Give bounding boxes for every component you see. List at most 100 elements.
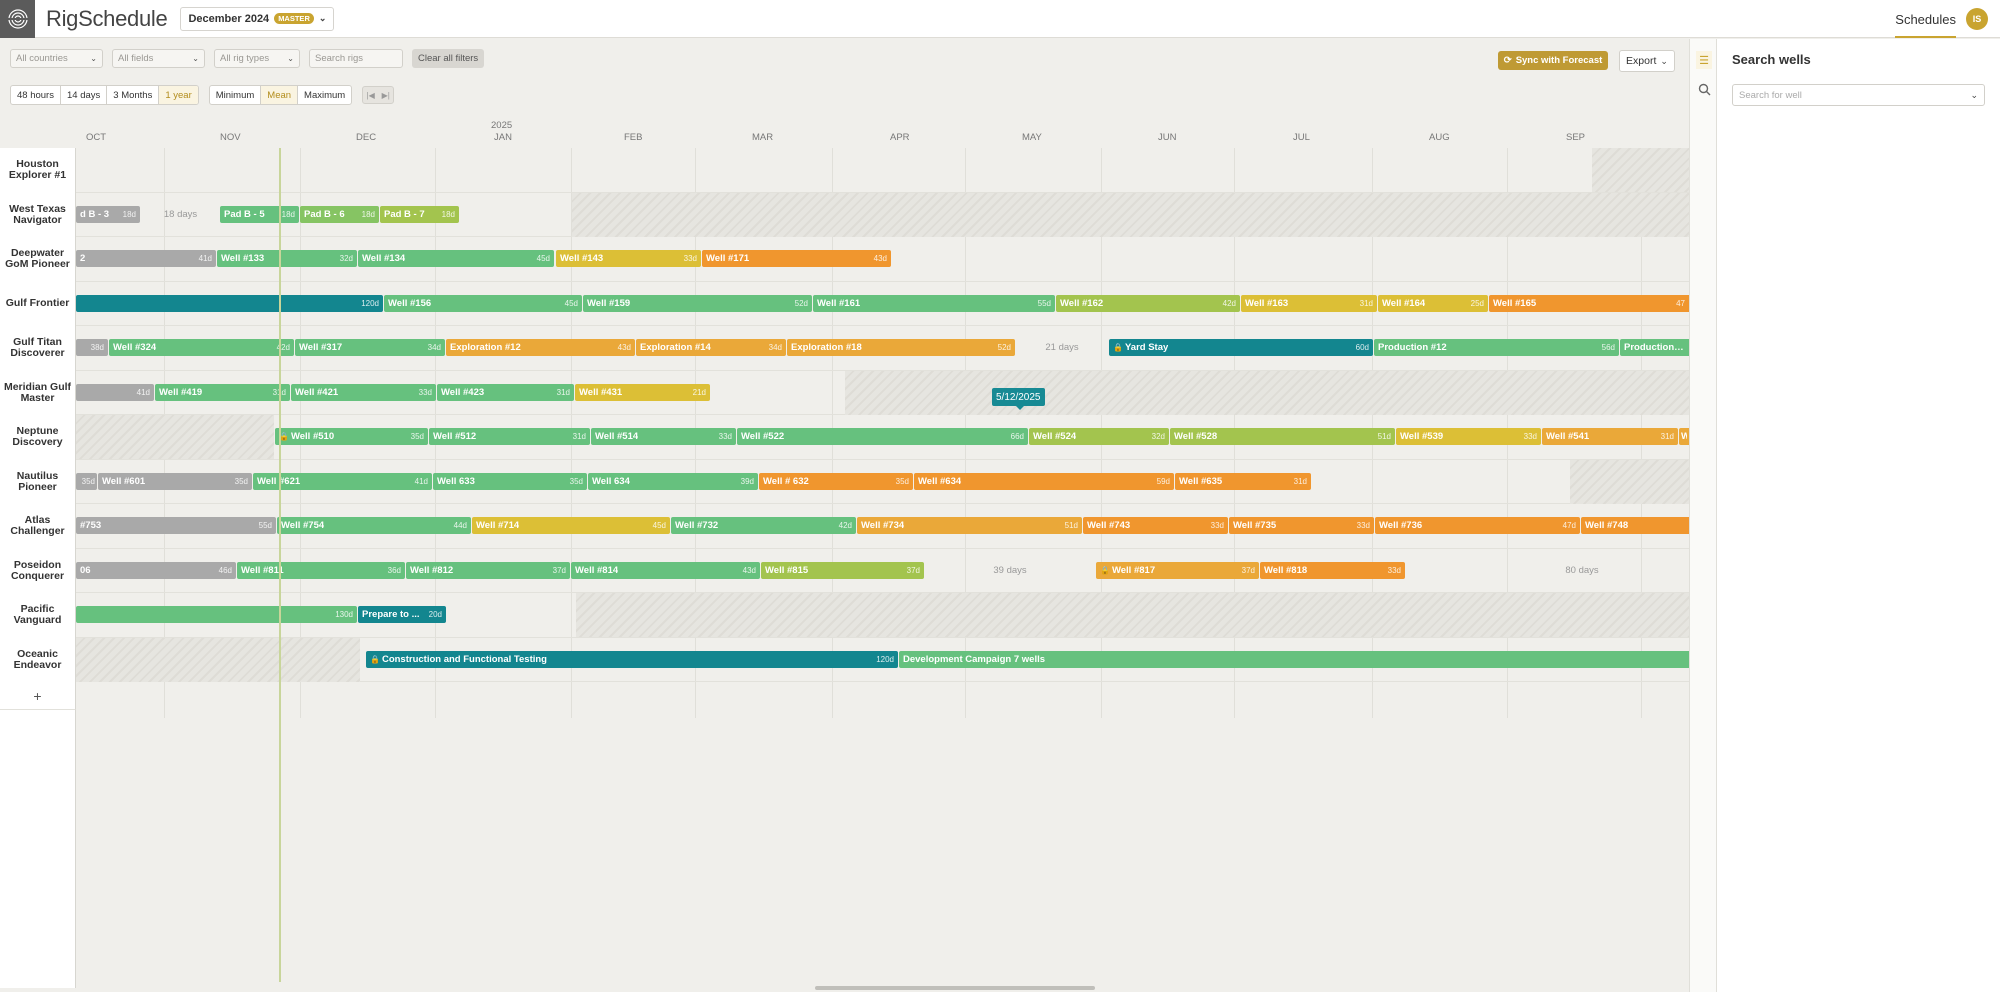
activity-bar[interactable]: Well #512 31d [429,428,590,445]
nav-schedules[interactable]: Schedules [1895,0,1956,38]
activity-bar[interactable]: Well #41931d [155,383,290,401]
activity-bar[interactable]: 35d [76,472,97,490]
activity-bar[interactable]: 120d [76,294,383,312]
activity-bar[interactable]: 06 46d [76,561,236,579]
range-1-year[interactable]: 1 year [159,86,198,104]
export-button[interactable]: Export ⌄ [1619,50,1675,72]
activity-bar[interactable]: Well #134 45d [358,250,554,267]
activity-bar[interactable]: Exploration #12 43d [446,339,635,356]
activity-bar[interactable]: Exploration #14 34d [636,339,786,356]
range-48-hours[interactable]: 48 hours [11,86,61,104]
activity-bar[interactable]: Well #748 [1581,517,1689,534]
rig-name[interactable]: Atlas Challenger [0,504,76,549]
activity-bar[interactable]: Well #601 35d [98,472,252,490]
rig-type-filter[interactable]: All rig types ⌄ [214,49,300,68]
well-search-input[interactable]: Search for well ⌄ [1732,84,1985,106]
rig-name[interactable]: Neptune Discovery [0,415,76,460]
activity-bar[interactable]: Well #524 32d [1029,428,1169,445]
activity-bar[interactable]: Pad B - 7 18d [380,205,459,223]
activity-bar[interactable]: Well #754 44d [277,517,471,534]
activity-bar[interactable]: Well #539 33d [1396,428,1541,445]
schedule-selector[interactable]: December 2024 MASTER ⌄ [180,6,335,31]
rig-name[interactable]: Pacific Vanguard [0,593,76,638]
activity-bar[interactable]: Production #12 56d [1374,339,1619,356]
rig-search-input[interactable]: Search rigs [309,49,403,68]
activity-bar[interactable]: Production #1 [1620,339,1689,356]
clear-filters-button[interactable]: Clear all filters [412,49,485,68]
activity-bar[interactable]: Well #818 33d [1260,561,1405,579]
activity-bar[interactable]: Well #156 45d [384,294,582,312]
activity-bar[interactable]: 41d [76,383,154,401]
range-3-months[interactable]: 3 Months [107,86,160,104]
activity-bar[interactable]: Well #815 37d [761,561,924,579]
estimate-maximum[interactable]: Maximum [298,86,351,104]
activity-bar[interactable]: Well #133 32d [217,250,357,267]
activity-bar[interactable]: 🔒 Well #510 35d [275,428,428,445]
range-14-days[interactable]: 14 days [61,86,108,104]
rig-name[interactable]: Poseidon Conquerer [0,548,76,593]
rig-name[interactable]: Houston Explorer #1 [0,148,76,193]
activity-bar[interactable]: d B - 3 18d [76,205,140,223]
activity-bar[interactable]: Well #324 42d [109,339,294,356]
activity-bar[interactable]: Well #423 31d [437,383,574,401]
activity-bar[interactable]: 130d [76,606,357,623]
activity-bar[interactable]: Exploration #18 52d [787,339,1015,356]
activity-bar[interactable]: W [1679,428,1689,445]
rig-name[interactable]: Meridian Gulf Master [0,370,76,415]
activity-bar[interactable]: Well # 632 35d [759,472,913,490]
user-avatar[interactable]: IS [1966,8,1988,30]
sync-forecast-button[interactable]: ⟳ Sync with Forecast [1498,51,1608,70]
activity-bar[interactable]: Well #162 42d [1056,294,1240,312]
activity-bar[interactable]: 🔒 Construction and Functional Testing 120d [366,650,898,668]
horizontal-scrollbar[interactable] [815,986,1095,990]
activity-bar[interactable]: Well #161 55d [813,294,1055,312]
activity-bar[interactable]: Well #165 47 [1489,294,1689,312]
rig-name[interactable]: Oceanic Endeavor [0,637,76,682]
activity-bar[interactable]: Well #317 34d [295,339,445,356]
activity-bar[interactable]: Well #736 47d [1375,517,1580,534]
activity-bar[interactable]: Well #159 52d [583,294,812,312]
activity-bar[interactable]: 🔒 Well #817 37d [1096,561,1259,579]
activity-bar[interactable]: Well #735 33d [1229,517,1374,534]
activity-bar[interactable]: Well #734 51d [857,517,1082,534]
add-rig-button[interactable]: + [0,682,76,710]
activity-bar[interactable]: Well #635 31d [1175,472,1311,490]
rig-name[interactable]: Nautilus Pioneer [0,459,76,504]
activity-bar[interactable]: Well 633 35d [433,472,587,490]
activity-bar[interactable]: Pad B - 5 18d [220,205,299,223]
activity-bar[interactable]: Well #514 33d [591,428,736,445]
activity-bar[interactable]: Well #164 25d [1378,294,1488,312]
search-icon[interactable] [1696,80,1712,98]
activity-bar[interactable]: Prepare to ... 20d [358,606,446,623]
activity-bar[interactable]: Pad B - 6 18d [300,205,379,223]
activity-bar[interactable]: Well #431 21d [575,383,710,401]
app-logo[interactable] [0,0,35,38]
activity-bar[interactable]: Development Campaign 7 wells [899,650,1689,668]
activity-bar[interactable]: Well #171 43d [702,250,891,267]
activity-bar[interactable]: Well #811 36d [237,561,405,579]
activity-bar[interactable]: Well #541 31d [1542,428,1678,445]
rig-name[interactable]: Gulf Frontier [0,281,76,326]
estimate-mean[interactable]: Mean [261,86,299,104]
estimate-minimum[interactable]: Minimum [210,86,262,104]
activity-bar[interactable]: Well #522 66d [737,428,1028,445]
activity-bar[interactable]: Well #163 31d [1241,294,1377,312]
rig-name[interactable]: Deepwater GoM Pioneer [0,237,76,282]
activity-bar[interactable]: Well #634 59d [914,472,1174,490]
activity-bar[interactable]: Well #714 45d [472,517,670,534]
jump-end-icon[interactable]: ▶| [378,87,393,103]
activity-bar[interactable]: #753 55d [76,517,276,534]
activity-bar[interactable]: Well 634 39d [588,472,758,490]
rig-name[interactable]: Gulf Titan Discoverer [0,326,76,371]
activity-bar[interactable]: Well #143 33d [556,250,701,267]
jump-start-icon[interactable]: |◀ [363,87,378,103]
activity-bar[interactable]: 38d [76,339,108,356]
rig-name[interactable]: West Texas Navigator [0,192,76,237]
list-icon[interactable]: ☰ [1696,51,1712,69]
activity-bar[interactable]: Well #743 33d [1083,517,1228,534]
activity-bar[interactable]: Well #732 42d [671,517,856,534]
activity-bar[interactable]: 2 41d [76,250,216,267]
activity-bar[interactable]: Well #814 43d [571,561,760,579]
activity-bar[interactable]: 🔒 Yard Stay 60d [1109,339,1373,356]
field-filter[interactable]: All fields ⌄ [112,49,205,68]
